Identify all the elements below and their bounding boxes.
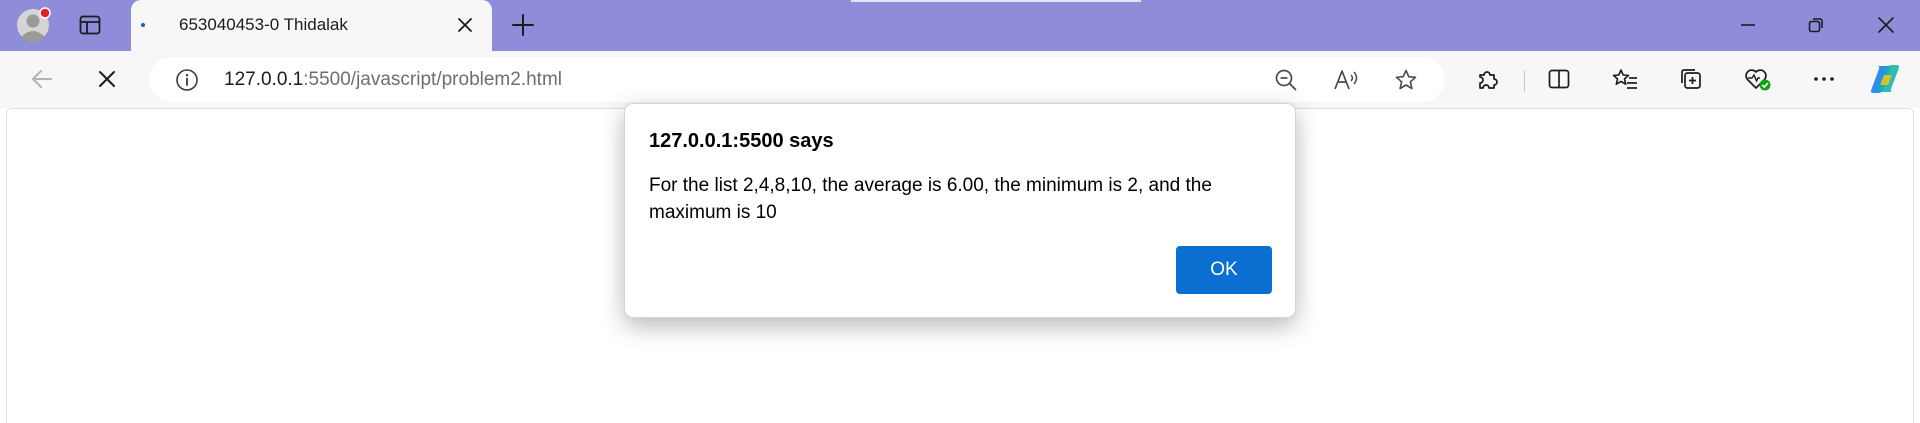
copilot-icon (1871, 65, 1899, 93)
address-bar[interactable]: 127.0.0.1:5500/javascript/problem2.html (149, 57, 1445, 102)
close-tab-button[interactable] (452, 12, 478, 38)
tab-actions-icon (79, 15, 101, 35)
heart-check-icon (1745, 69, 1771, 91)
copilot-button[interactable] (1867, 61, 1903, 97)
collections-button[interactable] (1673, 61, 1709, 97)
more-icon (1814, 77, 1834, 81)
dialog-title: 127.0.0.1:5500 says (649, 130, 834, 152)
star-icon (1395, 69, 1417, 90)
read-aloud-icon (1334, 70, 1358, 90)
dialog-message: For the list 2,4,8,10, the average is 6.… (649, 175, 1212, 223)
info-icon (176, 69, 198, 91)
close-icon (1878, 17, 1894, 33)
tab-active[interactable]: 653040453-0 Thidalak (131, 0, 492, 51)
ok-button[interactable]: OK (1176, 246, 1272, 294)
restore-icon (1808, 18, 1823, 33)
url-path: :5500/javascript/problem2.html (303, 69, 562, 90)
back-arrow-icon (32, 70, 52, 88)
split-screen-icon (1548, 69, 1570, 89)
minimize-icon (1741, 24, 1755, 26)
close-icon (458, 18, 472, 32)
zoom-out-icon (1275, 69, 1297, 91)
browser-toolbar: 127.0.0.1:5500/javascript/problem2.html (0, 51, 1920, 108)
minimize-button[interactable] (1728, 6, 1768, 44)
loading-dot-icon (141, 23, 145, 27)
tab-actions-button[interactable] (74, 6, 106, 44)
more-button[interactable] (1806, 61, 1842, 97)
split-screen-button[interactable] (1541, 61, 1577, 97)
zoom-button[interactable] (1270, 64, 1302, 96)
tab-title: 653040453-0 Thidalak (179, 15, 348, 34)
favorites-list-icon (1612, 69, 1637, 89)
restore-button[interactable] (1796, 6, 1836, 44)
stop-button[interactable] (86, 58, 128, 100)
favorites-button[interactable] (1607, 61, 1643, 97)
titlebar-highlight (851, 0, 1141, 2)
alert-dialog: 127.0.0.1:5500 says For the list 2,4,8,1… (624, 103, 1296, 318)
back-button[interactable] (21, 58, 63, 100)
site-info-button[interactable] (171, 64, 203, 96)
browser-essentials-button[interactable] (1740, 61, 1776, 97)
favorite-button[interactable] (1390, 64, 1422, 96)
profile-avatar-icon (17, 7, 51, 43)
new-tab-button[interactable] (507, 6, 539, 44)
close-window-button[interactable] (1866, 6, 1906, 44)
extensions-button[interactable] (1469, 61, 1505, 97)
profile-button[interactable] (13, 6, 53, 44)
url-host: 127.0.0.1 (224, 69, 304, 90)
stop-icon (99, 71, 115, 87)
plus-icon (512, 14, 534, 36)
puzzle-icon (1479, 71, 1498, 89)
toolbar-separator (1524, 70, 1525, 92)
read-aloud-button[interactable] (1330, 64, 1362, 96)
title-bar: 653040453-0 Thidalak (0, 0, 1920, 51)
url-text[interactable]: 127.0.0.1:5500/javascript/problem2.html (224, 69, 562, 91)
collections-icon (1681, 69, 1701, 89)
